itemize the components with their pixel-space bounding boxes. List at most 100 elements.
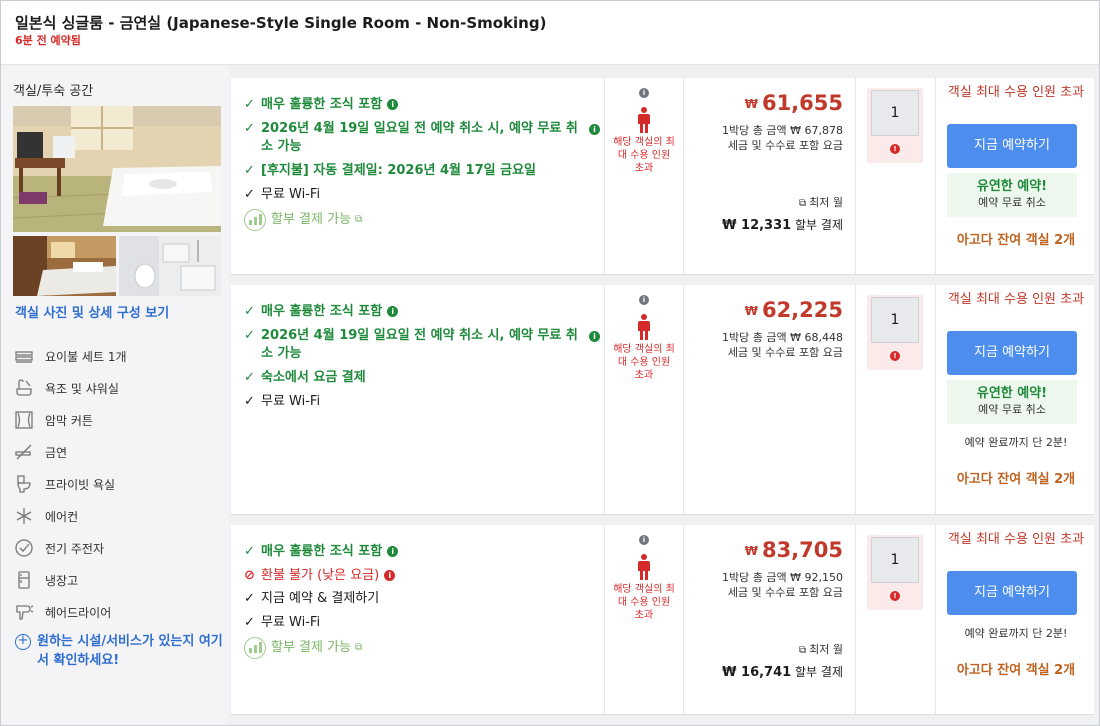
benefit-text: 무료 Wi-Fi [261, 615, 321, 630]
last-minutes-notice: 예약 완료까지 단 2분! [964, 627, 1068, 640]
price: ₩62,225 [745, 298, 843, 322]
room-offer-card: ✓ 매우 훌륭한 조식 포함 i ✓ 2026년 4월 19일 일요일 전 예약 취소… [231, 285, 1094, 515]
check-icon: ✓ [244, 544, 255, 559]
air-conditioner-icon [13, 505, 35, 527]
no-refund-icon: ⊘ [244, 568, 255, 583]
benefits-column: ✓ 매우 훌륭한 조식 포함 i ✓ 2026년 4월 19일 일요일 전 예약 취소… [231, 78, 605, 274]
info-icon[interactable]: i [387, 306, 399, 317]
benefit-item: ✓ 무료 Wi-Fi [244, 186, 600, 204]
occupancy-column: i 해당 객실의 최대 수용 인원 초과 [605, 525, 684, 714]
price: ₩83,705 [745, 538, 843, 562]
check-icon: ✓ [244, 163, 255, 178]
benefit-text: [후지불] 자동 결제일: 2026년 4월 17일 금요일 [261, 163, 536, 178]
price-amount: 61,655 [761, 91, 843, 115]
section-title: 객실/투숙 공간 [13, 84, 94, 99]
benefit-text: 무료 Wi-Fi [261, 187, 321, 202]
benefit-text: 2026년 4월 19일 일요일 전 예약 취소 시, 예약 무료 취소 가능 [261, 328, 578, 361]
currency-symbol: ₩ [744, 97, 758, 111]
amenity-label: 에어컨 [45, 509, 79, 524]
min-month-label: ⧉ 최저 월 [799, 194, 843, 210]
installment-value: ₩ 12,331 [722, 218, 792, 233]
private-bathroom-icon [13, 473, 35, 495]
person-icon [638, 554, 650, 580]
flexible-title: 유연한 예약! [976, 179, 1048, 194]
flexible-booking-badge: 유연한 예약! 예약 무료 취소 [947, 173, 1077, 217]
flexible-subtitle: 예약 무료 취소 [978, 196, 1046, 209]
benefit-item: ✓ 무료 Wi-Fi [244, 393, 600, 411]
info-icon[interactable]: i [589, 331, 600, 342]
info-icon[interactable]: i [639, 88, 649, 98]
installment-available-link[interactable]: 할부 결제 가능 ⧉ [244, 637, 600, 659]
room-quantity: 1 ! [867, 295, 923, 370]
info-icon[interactable]: i [639, 295, 649, 305]
info-icon[interactable]: i [387, 99, 399, 110]
amenity-item: 암막 커튼 [13, 408, 223, 432]
benefits-column: ✓ 매우 훌륭한 조식 포함 i ⊘ 환불 불가 (낮은 요금) i ✓ 지금 예약 & … [231, 525, 605, 714]
check-icon: ✓ [244, 328, 255, 343]
installment-amount: ₩ 16,741 할부 결제 [722, 663, 843, 680]
benefit-item: ✓ 매우 훌륭한 조식 포함 i [244, 96, 600, 114]
quantity-column: 1 ! [856, 78, 936, 274]
tax-note: 세금 및 수수료 포함 요금 [727, 586, 843, 599]
currency-symbol: ₩ [744, 304, 758, 318]
benefit-item: ✓ 무료 Wi-Fi [244, 614, 600, 632]
room-photo-main[interactable] [13, 106, 221, 232]
room-offer-card: ✓ 매우 훌륭한 조식 포함 i ✓ 2026년 4월 19일 일요일 전 예약 취소… [231, 78, 1094, 275]
info-icon[interactable]: i [589, 124, 600, 135]
rooms-left-notice: 아고다 잔여 객실 2개 [956, 233, 1076, 248]
benefit-text: 매우 훌륭한 조식 포함 [261, 544, 383, 559]
booking-column: 객실 최대 수용 인원 초과 지금 예약하기 예약 완료까지 단 2분! 아고다… [936, 525, 1094, 714]
quantity-select[interactable]: 1 [871, 297, 919, 343]
copy-icon: ⧉ [799, 198, 807, 209]
benefit-text: 할부 결제 가능 [271, 640, 352, 655]
room-info-sidebar: 객실/투숙 공간 객실 사진 및 상세 구성 보기 요이불 세트 1개 욕조 및… [1, 66, 229, 725]
book-now-button[interactable]: 지금 예약하기 [947, 331, 1077, 375]
benefit-text: 환불 불가 (낮은 요금) [261, 568, 380, 583]
error-icon: ! [890, 144, 900, 154]
flexible-booking-badge: 유연한 예약! 예약 무료 취소 [947, 380, 1077, 424]
price-column: ₩62,225 1박당 총 금액 ₩ 68,448 세금 및 수수료 포함 요금 [684, 285, 856, 514]
booking-column: 객실 최대 수용 인원 초과 지금 예약하기 유연한 예약! 예약 무료 취소 … [936, 78, 1094, 274]
occupancy-column: i 해당 객실의 최대 수용 인원 초과 [605, 78, 684, 274]
price: ₩61,655 [745, 91, 843, 115]
room-header: 일본식 싱글룸 - 금연실 (Japanese-Style Single Roo… [1, 1, 1099, 65]
room-photos-link[interactable]: 객실 사진 및 상세 구성 보기 [15, 302, 169, 321]
amenity-label: 냉장고 [45, 573, 79, 588]
flexible-subtitle: 예약 무료 취소 [978, 403, 1046, 416]
rooms-left-notice: 아고다 잔여 객실 2개 [956, 663, 1076, 678]
amenity-item: 프라이빗 욕실 [13, 472, 223, 496]
capacity-warning: 객실 최대 수용 인원 초과 [947, 532, 1085, 547]
refrigerator-icon [13, 569, 35, 591]
room-photo-thumbnail-1[interactable] [13, 236, 116, 296]
amenity-label: 프라이빗 욕실 [45, 477, 116, 492]
amenity-label: 금연 [45, 445, 68, 460]
book-now-button[interactable]: 지금 예약하기 [947, 571, 1077, 615]
benefit-item: ✓ 매우 훌륭한 조식 포함 i [244, 303, 600, 321]
installment-icon [244, 637, 266, 659]
price-column: ₩61,655 1박당 총 금액 ₩ 67,878 세금 및 수수료 포함 요금… [684, 78, 856, 274]
more-facilities-text: 원하는 시설/서비스가 있는지 여기서 확인하세요! [37, 634, 223, 668]
benefit-item: ✓ 2026년 4월 19일 일요일 전 예약 취소 시, 예약 무료 취소 가능… [244, 120, 600, 156]
quantity-select[interactable]: 1 [871, 90, 919, 136]
info-icon[interactable]: i [387, 546, 399, 557]
quantity-select[interactable]: 1 [871, 537, 919, 583]
room-photo-thumbnail-2[interactable] [119, 236, 221, 296]
benefit-text: 매우 훌륭한 조식 포함 [261, 97, 383, 112]
occupancy-column: i 해당 객실의 최대 수용 인원 초과 [605, 285, 684, 514]
amenity-item: 헤어드라이어 [13, 600, 223, 624]
amenity-item: 전기 주전자 [13, 536, 223, 560]
no-smoking-icon [13, 441, 35, 463]
amenity-label: 전기 주전자 [45, 541, 105, 556]
check-icon: ✓ [244, 97, 255, 112]
plus-circle-icon: + [15, 634, 31, 650]
info-icon[interactable]: i [639, 535, 649, 545]
error-icon: ! [890, 351, 900, 361]
more-facilities-link[interactable]: + 원하는 시설/서비스가 있는지 여기서 확인하세요! [15, 632, 225, 670]
installment-available-link[interactable]: 할부 결제 가능 ⧉ [244, 209, 600, 231]
benefit-item: ✓ [후지불] 자동 결제일: 2026년 4월 17일 금요일 [244, 162, 600, 180]
benefit-text: 숙소에서 요금 결제 [261, 370, 366, 385]
quantity-column: 1 ! [856, 285, 936, 514]
room-offer-card: ✓ 매우 훌륭한 조식 포함 i ⊘ 환불 불가 (낮은 요금) i ✓ 지금 예약 & … [231, 525, 1094, 715]
info-icon[interactable]: i [384, 570, 396, 581]
book-now-button[interactable]: 지금 예약하기 [947, 124, 1077, 168]
